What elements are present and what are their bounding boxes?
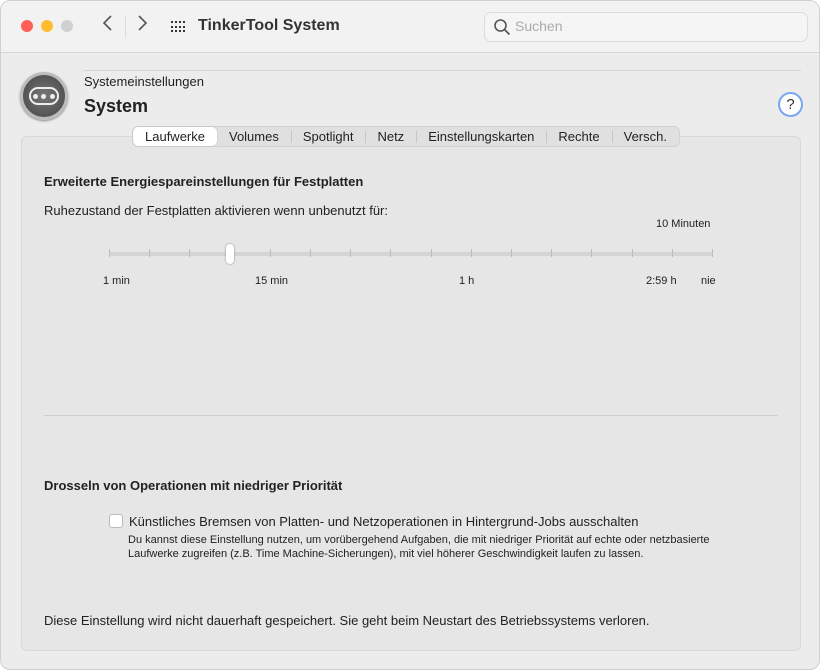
forward-button[interactable] (137, 13, 149, 39)
slider-tick (109, 249, 110, 257)
tab-volumes[interactable]: Volumes (217, 127, 291, 146)
page-title: System (84, 96, 149, 116)
throttle-heading: Drosseln von Operationen mit niedriger P… (44, 478, 343, 493)
chevron-right-icon (138, 15, 148, 31)
slider-tick (149, 249, 151, 257)
slider-tick (390, 249, 392, 257)
tab-bar: Laufwerke Volumes Spotlight Netz Einstel… (132, 126, 680, 147)
throttle-checkbox[interactable] (109, 514, 123, 528)
tick-label-nie: nie (701, 275, 716, 287)
tab-versch[interactable]: Versch. (611, 127, 679, 146)
system-pane-icon (20, 72, 68, 120)
tick-label-15min: 15 min (255, 275, 289, 287)
search-input[interactable] (515, 18, 795, 34)
slider-tick (511, 249, 512, 257)
throttle-description-line2: Laufwerke zugreifen (z.B. Time Machine-S… (128, 548, 644, 560)
tick-label-259h: 2:59 h (646, 275, 677, 287)
header-divider (84, 70, 801, 71)
energy-heading: Erweiterte Energiespareinstellungen für … (44, 174, 364, 189)
section-divider (44, 415, 778, 416)
slider-tick (189, 249, 191, 257)
slider-tick (269, 249, 271, 257)
search-icon (494, 19, 511, 36)
tick-label-1min: 1 min (103, 275, 130, 287)
slider-tick (671, 249, 673, 257)
back-button[interactable] (101, 13, 113, 39)
tick-label-1h: 1 h (459, 275, 475, 287)
tab-rechte[interactable]: Rechte (546, 127, 611, 146)
help-button[interactable]: ? (778, 92, 803, 117)
throttle-description-line1: Du kannst diese Einstellung nutzen, um v… (128, 534, 710, 546)
sleep-label: Ruhezustand der Festplatten aktivieren w… (44, 203, 388, 218)
breadcrumb: Systemeinstellungen (84, 74, 204, 89)
footer-note: Diese Einstellung wird nicht dauerhaft g… (44, 613, 650, 628)
slider-tick (310, 249, 311, 257)
divider (125, 16, 126, 38)
slider-tick (712, 249, 713, 257)
window: TinkerTool System Systemeinstellungen Sy… (0, 0, 820, 670)
slider-tick (350, 249, 352, 257)
tab-netz[interactable]: Netz (365, 127, 416, 146)
slider-tick (551, 249, 553, 257)
grid-icon[interactable] (171, 21, 185, 33)
minimize-button[interactable] (41, 20, 53, 32)
tab-laufwerke[interactable]: Laufwerke (133, 127, 217, 146)
titlebar: TinkerTool System (1, 1, 819, 53)
close-button[interactable] (21, 20, 33, 32)
slider-tick (470, 249, 472, 257)
slider-tick (430, 249, 432, 257)
search-field[interactable] (484, 12, 808, 42)
zoom-button[interactable] (61, 20, 73, 32)
throttle-checkbox-label[interactable]: Künstliches Bremsen von Platten- und Net… (129, 514, 638, 529)
window-title: TinkerTool System (198, 17, 340, 34)
tab-spotlight[interactable]: Spotlight (290, 127, 366, 146)
slider-track[interactable] (109, 252, 713, 256)
slider-value: 10 Minuten (656, 218, 711, 230)
tab-einstellungskarten[interactable]: Einstellungskarten (416, 127, 546, 146)
slider-tick (631, 249, 633, 257)
slider-thumb[interactable] (225, 244, 234, 264)
slider-tick (591, 249, 593, 257)
chevron-left-icon (102, 15, 112, 31)
